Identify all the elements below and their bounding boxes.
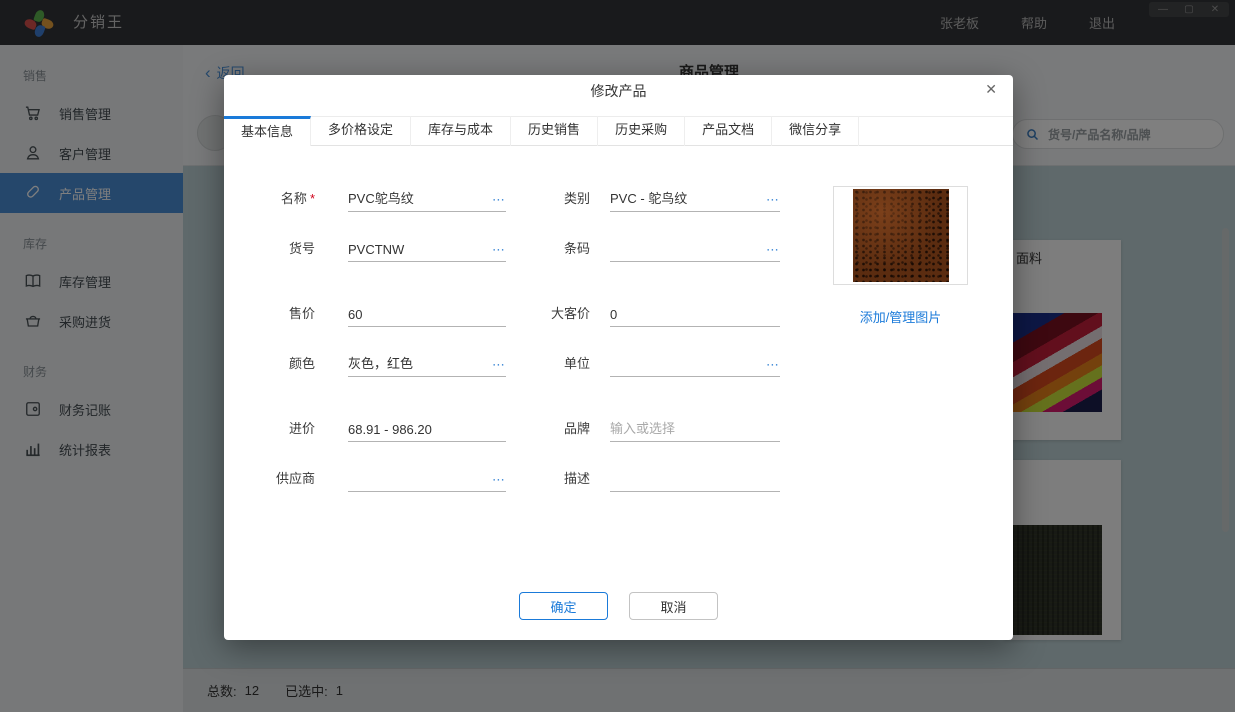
name-label: 名称 * xyxy=(280,191,315,206)
modal-actions: 确定 取消 xyxy=(224,592,1013,620)
category-input[interactable]: PVC - 鸵鸟纹 ⋯ xyxy=(610,188,780,212)
brand-input[interactable]: 输入或选择 xyxy=(610,418,780,442)
tab-purchase-history[interactable]: 历史采购 xyxy=(598,116,686,146)
brand-label: 品牌 xyxy=(563,421,590,436)
unit-ellipsis-button[interactable]: ⋯ xyxy=(766,357,780,373)
color-ellipsis-button[interactable]: ⋯ xyxy=(492,357,506,373)
description-label: 描述 xyxy=(563,471,590,486)
price-label: 售价 xyxy=(288,306,315,321)
color-label: 颜色 xyxy=(288,356,315,371)
supplier-label: 供应商 xyxy=(275,471,315,486)
tab-wechat-share[interactable]: 微信分享 xyxy=(772,116,860,146)
modal-title: 修改产品 xyxy=(590,83,647,99)
category-ellipsis-button[interactable]: ⋯ xyxy=(766,192,780,208)
unit-input[interactable]: ⋯ xyxy=(610,353,780,377)
name-ellipsis-button[interactable]: ⋯ xyxy=(492,192,506,208)
supplier-ellipsis-button[interactable]: ⋯ xyxy=(492,472,506,488)
vip-price-input[interactable]: 0 xyxy=(610,303,780,327)
vip-price-label: 大客价 xyxy=(550,306,590,321)
supplier-input[interactable]: ⋯ xyxy=(348,468,506,492)
edit-product-modal: 修改产品 ✕ 基本信息 多价格设定 库存与成本 历史销售 历史采购 产品文档 微… xyxy=(224,75,1013,640)
sku-label: 货号 xyxy=(288,241,315,256)
tab-sales-history[interactable]: 历史销售 xyxy=(511,116,599,146)
barcode-ellipsis-button[interactable]: ⋯ xyxy=(766,242,780,258)
ok-button[interactable]: 确定 xyxy=(519,592,608,620)
tab-basic-info[interactable]: 基本信息 xyxy=(224,116,312,146)
category-label: 类别 xyxy=(563,191,590,206)
sku-input[interactable]: PVCTNW ⋯ xyxy=(348,238,506,262)
cost-input[interactable]: 68.91 - 986.20 xyxy=(348,418,506,442)
required-mark: * xyxy=(309,191,315,206)
modal-tab-bar: 基本信息 多价格设定 库存与成本 历史销售 历史采购 产品文档 微信分享 xyxy=(224,116,1013,146)
cost-label: 进价 xyxy=(288,421,315,436)
app-window: 分销王 张老板 帮助 退出 — ▢ ✕ 销售 销售管理 客户管理 产品管理 xyxy=(0,0,1235,712)
name-input[interactable]: PVC鸵鸟纹 ⋯ xyxy=(348,188,506,212)
sku-ellipsis-button[interactable]: ⋯ xyxy=(492,242,506,258)
product-image-panel: 添加/管理图片 xyxy=(833,186,968,326)
tab-product-docs[interactable]: 产品文档 xyxy=(685,116,773,146)
color-input[interactable]: 灰色，红色 ⋯ xyxy=(348,353,506,377)
cancel-button[interactable]: 取消 xyxy=(629,592,718,620)
tab-multi-price[interactable]: 多价格设定 xyxy=(311,116,412,146)
manage-images-link[interactable]: 添加/管理图片 xyxy=(833,307,968,326)
barcode-label: 条码 xyxy=(563,241,590,256)
product-image-leather xyxy=(852,189,949,282)
product-image-frame xyxy=(833,186,968,285)
close-icon[interactable]: ✕ xyxy=(985,81,997,98)
price-input[interactable]: 60 xyxy=(348,303,506,327)
description-input[interactable] xyxy=(610,468,780,492)
tab-inventory-cost[interactable]: 库存与成本 xyxy=(411,116,512,146)
product-form: 名称 * PVC鸵鸟纹 ⋯ 类别 PVC - 鸵鸟纹 ⋯ 货号 PVCTNW ⋯ 条码 … xyxy=(224,182,784,512)
unit-label: 单位 xyxy=(563,356,590,371)
brand-placeholder: 输入或选择 xyxy=(610,421,676,436)
barcode-input[interactable]: ⋯ xyxy=(610,238,780,262)
